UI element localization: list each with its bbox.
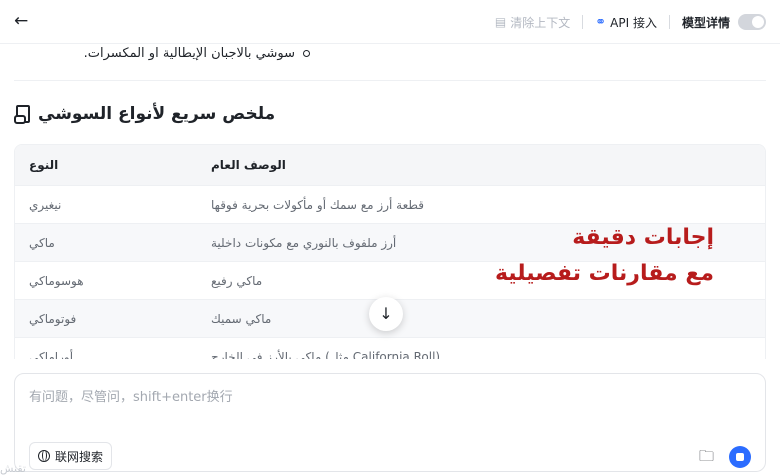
- bullet-text: سوشي بالاجبان الإيطالية او المكسرات.: [83, 46, 295, 61]
- arrow-left-icon[interactable]: ←: [14, 10, 36, 32]
- web-search-label: 联网搜索: [55, 449, 104, 464]
- table-cell: فوتوماكي: [29, 311, 77, 326]
- separator: [582, 15, 584, 29]
- message-input[interactable]: [29, 386, 749, 426]
- web-search-button[interactable]: 联网搜索: [29, 442, 113, 470]
- api-access-button[interactable]: ⚭ API 接入: [595, 14, 657, 31]
- table-header: النوع الوصف العام: [15, 145, 765, 185]
- separator: [668, 15, 670, 29]
- clear-context-button[interactable]: ▤ 清除上下文: [495, 14, 570, 31]
- table-cell: قطعة أرز مع سمك أو مأكولات بحرية فوقها: [211, 197, 424, 212]
- composer: 联网搜索 🗀: [14, 373, 766, 472]
- column-header: النوع: [29, 158, 59, 172]
- model-details-label: 模型详情: [681, 15, 730, 30]
- faint-watermark-text: تقنش: [0, 462, 26, 475]
- globe-icon: [38, 450, 50, 462]
- table-cell: هوسوماكي: [29, 273, 84, 288]
- section-heading: ملخص سريع لأنواع السوشي: [14, 104, 276, 124]
- clear-context-label: 清除上下文: [510, 15, 571, 30]
- table-cell: ماكي بالأرز في الخارج (مثل California Ro…: [211, 349, 441, 360]
- column-header: الوصف العام: [211, 158, 286, 172]
- table-cell: أوراماكي: [29, 349, 74, 360]
- table-row: نيغيري قطعة أرز مع سمك أو مأكولات بحرية …: [15, 185, 765, 223]
- model-details-toggle[interactable]: [738, 14, 766, 30]
- send-button[interactable]: [729, 446, 751, 468]
- top-bar-actions: ▤ 清除上下文 ⚭ API 接入 模型详情: [495, 11, 766, 33]
- model-details: 模型详情: [682, 14, 730, 31]
- top-bar: ← ▤ 清除上下文 ⚭ API 接入 模型详情: [0, 0, 780, 44]
- folder-add-icon[interactable]: 🗀: [699, 448, 717, 464]
- table-cell: ماكي: [29, 235, 55, 250]
- table-cell: ماكي رفيع: [211, 273, 263, 288]
- table-row: هوسوماكي ماكي رفيع: [15, 261, 765, 299]
- list-item: سوشي بالاجبان الإيطالية او المكسرات.: [84, 46, 310, 61]
- table-cell: ماكي سميك: [211, 311, 272, 326]
- scroll-icon: [14, 105, 30, 124]
- table-row: ماكي أرز ملفوف بالنوري مع مكونات داخلية: [15, 223, 765, 261]
- table-row: أوراماكي ماكي بالأرز في الخارج (مثل Cali…: [15, 337, 765, 359]
- divider: [14, 80, 766, 81]
- broom-icon: ▤: [494, 15, 507, 29]
- link-icon: ⚭: [595, 14, 607, 30]
- table-cell: نيغيري: [29, 197, 62, 212]
- table-cell: أرز ملفوف بالنوري مع مكونات داخلية: [211, 235, 397, 250]
- scroll-to-bottom-button[interactable]: ↓: [369, 297, 403, 331]
- heading-text: ملخص سريع لأنواع السوشي: [38, 104, 276, 124]
- arrow-down-icon: ↓: [379, 304, 393, 323]
- bullet-circle-icon: [303, 50, 310, 57]
- api-access-label: API 接入: [610, 15, 657, 30]
